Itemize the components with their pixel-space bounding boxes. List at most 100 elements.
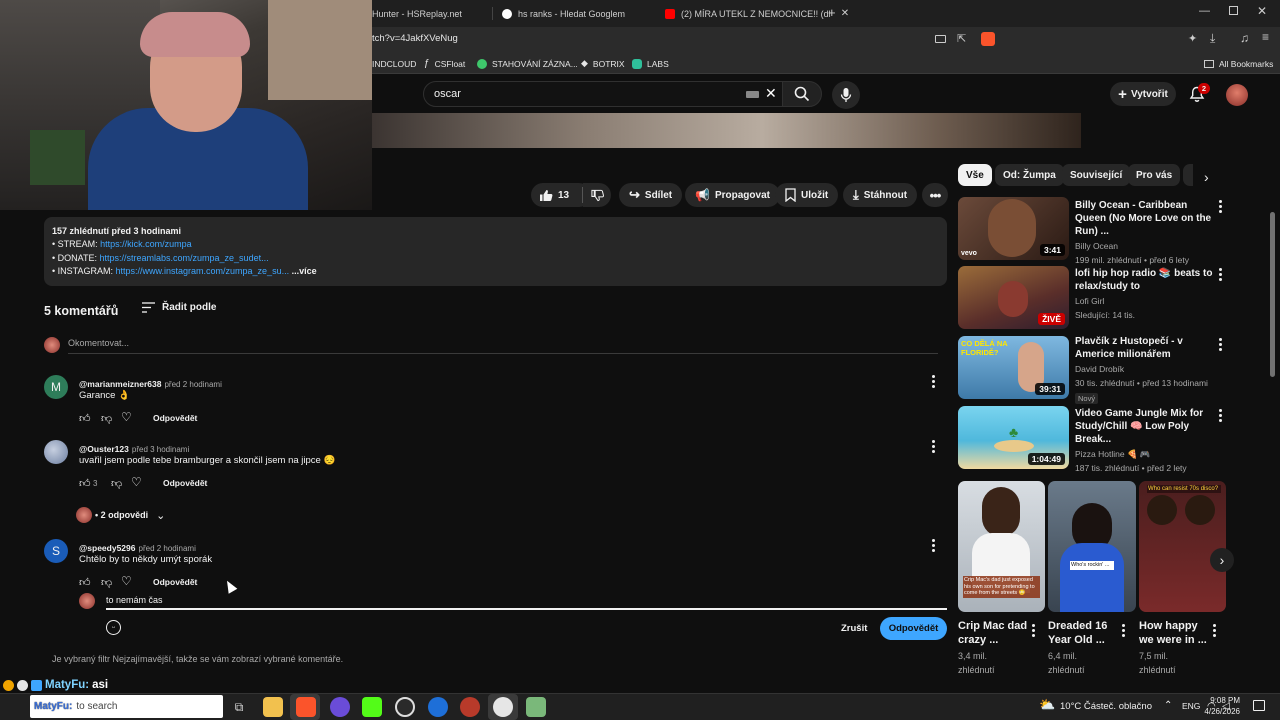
bookmark-item[interactable]: STAHOVÁNÍ ZÁZNA... — [477, 56, 578, 71]
video-info[interactable]: lofi hip hop radio 📚 beats to relax/stud… — [1075, 267, 1213, 322]
search-input[interactable]: oscar ✕ — [423, 81, 788, 107]
clock-date[interactable]: 4/26/2026 — [1198, 707, 1240, 716]
instagram-link[interactable]: https://www.instagram.com/zumpa_ze_su... — [116, 266, 290, 276]
more-actions-button[interactable]: ••• — [922, 183, 948, 207]
url-text[interactable]: tch?v=4JakfXVeNug — [372, 33, 458, 44]
browser-tab[interactable]: Hunter - HSReplay.net — [372, 4, 462, 23]
video-menu-icon[interactable] — [1218, 268, 1222, 281]
bookmark-item[interactable]: ƒ CSFloat — [424, 56, 465, 71]
keyboard-icon[interactable] — [746, 91, 759, 98]
donate-link[interactable]: https://streamlabs.com/zumpa_ze_sudet... — [100, 253, 269, 263]
comment-like-icon[interactable]: 👍︎ — [79, 477, 91, 490]
short-thumbnail[interactable]: Who can resist 70s disco? — [1139, 481, 1226, 612]
show-replies-button[interactable]: • 2 odpovědi ⌄ — [76, 507, 165, 523]
commenter-name[interactable]: @marianmeizner638 — [79, 379, 161, 389]
dislike-button[interactable] — [583, 183, 611, 207]
notification-center-icon[interactable] — [1253, 700, 1265, 711]
cancel-button[interactable]: Zrušit — [841, 623, 867, 634]
comment-menu-icon[interactable] — [931, 375, 935, 388]
notifications-button[interactable]: 2 — [1189, 83, 1210, 106]
submit-reply-button[interactable]: Odpovědět — [880, 617, 947, 640]
commenter-avatar[interactable]: S — [44, 539, 68, 563]
voice-search-button[interactable] — [832, 81, 860, 109]
short-title[interactable]: Crip Mac dad crazy ... — [958, 619, 1028, 647]
obs-icon[interactable] — [330, 697, 350, 717]
comment-dislike-icon[interactable]: 👎︎ — [101, 576, 112, 589]
video-thumbnail[interactable]: CO DĚLÁ NA FLORIDĚ? 39:31 — [958, 336, 1069, 399]
short-title[interactable]: Dreaded 16 Year Old ... — [1048, 619, 1118, 647]
reply-button[interactable]: Odpovědět — [163, 478, 207, 488]
cast-icon[interactable] — [935, 35, 946, 43]
browser-tab[interactable]: (2) MÍRA UTEKL Z NEMOCNICE!! (dl ✕ — [665, 4, 849, 23]
clock-time[interactable]: 9:08 PM — [1206, 696, 1240, 705]
media-icon[interactable]: ♫ — [1240, 31, 1249, 45]
chip-all[interactable]: Vše — [958, 164, 992, 186]
battlenet-icon[interactable] — [428, 697, 448, 717]
create-button[interactable]: + Vytvořit — [1110, 82, 1176, 106]
chip-for-you[interactable]: Pro vás — [1128, 164, 1181, 186]
game-launcher-icon[interactable] — [460, 697, 480, 717]
short-title[interactable]: How happy we were in ... — [1139, 619, 1207, 647]
comment-like-icon[interactable]: 👍︎ — [79, 576, 91, 589]
chip-related[interactable]: Související — [1062, 164, 1131, 186]
taskbar-search[interactable]: MatyFu: to search — [30, 695, 223, 718]
video-thumbnail[interactable]: ŽIVĚ — [958, 266, 1069, 329]
maximize-icon[interactable] — [1229, 6, 1238, 15]
brave-icon[interactable] — [296, 697, 316, 717]
video-menu-icon[interactable] — [1218, 338, 1222, 351]
commenter-avatar[interactable] — [44, 440, 68, 464]
emoji-icon[interactable]: ᵕ — [106, 620, 121, 635]
browser-menu-icon[interactable]: ≡ — [1262, 30, 1269, 44]
video-info[interactable]: Video Game Jungle Mix for Study/Chill 🧠 … — [1075, 407, 1215, 475]
reply-input[interactable]: to nemám čas — [106, 595, 163, 605]
app-icon[interactable] — [526, 697, 546, 717]
reply-button[interactable]: Odpovědět — [153, 413, 197, 423]
comment-heart-icon[interactable]: ♡ — [121, 574, 132, 588]
comment-dislike-icon[interactable]: 👎︎ — [111, 477, 122, 490]
share-page-icon[interactable]: ⇱ — [957, 32, 966, 45]
download-icon[interactable]: ⤓ — [1210, 31, 1215, 46]
comment-menu-icon[interactable] — [931, 539, 935, 552]
download-button[interactable]: ⤓ Stáhnout — [843, 183, 918, 207]
brave-shield-icon[interactable] — [981, 32, 995, 46]
video-info[interactable]: Plavčík z Hustopečí - v Americe milionář… — [1075, 335, 1215, 404]
comment-dislike-icon[interactable]: 👎︎ — [101, 412, 112, 425]
browser-tab[interactable]: hs ranks - Hledat Googlem — [502, 4, 625, 23]
video-player[interactable] — [372, 113, 1081, 148]
all-bookmarks[interactable]: All Bookmarks — [1204, 56, 1273, 71]
sort-button[interactable]: Řadit podle — [142, 302, 216, 313]
video-menu-icon[interactable] — [1218, 409, 1222, 422]
comment-time[interactable]: před 3 hodinami — [132, 445, 189, 454]
comment-time[interactable]: před 2 hodinami — [139, 544, 196, 553]
comment-menu-icon[interactable] — [931, 440, 935, 453]
bookmark-item[interactable]: ◆ BOTRIX — [581, 56, 625, 71]
comment-time[interactable]: před 2 hodinami — [164, 380, 221, 389]
clear-search-icon[interactable]: ✕ — [765, 85, 777, 102]
reply-button[interactable]: Odpovědět — [153, 577, 197, 587]
stream-link[interactable]: https://kick.com/zumpa — [100, 239, 192, 249]
page-scrollbar[interactable] — [1270, 212, 1275, 377]
video-info[interactable]: Billy Ocean - Caribbean Queen (No More L… — [1075, 199, 1213, 267]
weather-text[interactable]: 10°C Částeč. oblačno — [1060, 701, 1152, 712]
add-comment-input[interactable]: Okomentovat... — [68, 338, 129, 348]
chip-from-channel[interactable]: Od: Žumpa — [995, 164, 1064, 186]
minimize-icon[interactable]: — — [1199, 5, 1210, 17]
extensions-icon[interactable]: ✦ — [1188, 32, 1197, 45]
share-button[interactable]: ↪ Sdílet — [619, 183, 683, 207]
new-tab-button[interactable]: + — [828, 5, 836, 20]
kick-icon[interactable] — [362, 697, 382, 717]
short-menu-icon[interactable] — [1031, 624, 1035, 637]
short-menu-icon[interactable] — [1121, 624, 1125, 637]
short-thumbnail[interactable]: Crip Mac's dad just exposed his own son … — [958, 481, 1045, 612]
file-explorer-icon[interactable] — [263, 697, 283, 717]
video-thumbnail[interactable]: vevo 3:41 — [958, 197, 1069, 260]
promote-button[interactable]: 📢 Propagovat — [685, 183, 780, 207]
commenter-name[interactable]: @Ouster123 — [79, 444, 129, 454]
short-menu-icon[interactable] — [1212, 624, 1216, 637]
video-description[interactable]: 157 zhlédnutí před 3 hodinami • STREAM: … — [44, 217, 947, 286]
app-icon[interactable] — [493, 697, 513, 717]
video-thumbnail[interactable]: ♣ 1:04:49 — [958, 406, 1069, 469]
shorts-next-button[interactable]: › — [1210, 548, 1234, 572]
chevron-right-icon[interactable]: › — [1204, 169, 1209, 185]
comment-heart-icon[interactable]: ♡ — [121, 410, 132, 424]
